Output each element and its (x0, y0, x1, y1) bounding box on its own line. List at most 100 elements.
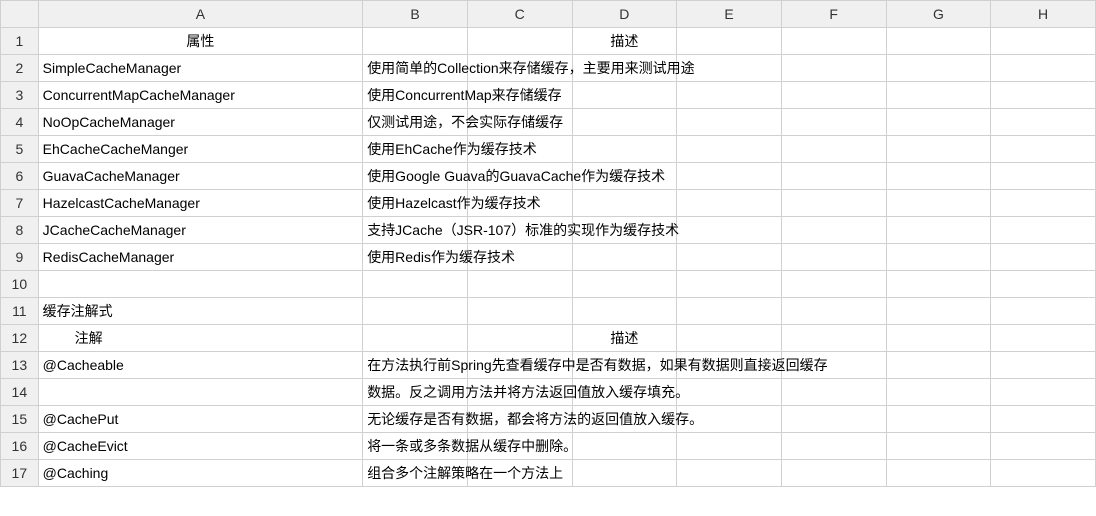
cell[interactable] (677, 109, 782, 136)
cell[interactable] (781, 190, 886, 217)
cell[interactable] (886, 325, 991, 352)
cell[interactable]: 使用Google Guava的GuavaCache作为缓存技术 (363, 163, 468, 190)
cell[interactable] (886, 28, 991, 55)
cell[interactable] (677, 190, 782, 217)
cell[interactable]: GuavaCacheManager (38, 163, 363, 190)
cell[interactable] (886, 217, 991, 244)
cell[interactable] (467, 271, 572, 298)
cell[interactable] (677, 433, 782, 460)
cell[interactable] (572, 82, 677, 109)
cell[interactable] (677, 460, 782, 487)
cell[interactable] (572, 433, 677, 460)
col-header-f[interactable]: F (781, 1, 886, 28)
cell[interactable] (781, 244, 886, 271)
cell[interactable] (677, 325, 782, 352)
cell[interactable] (886, 136, 991, 163)
cell[interactable] (886, 298, 991, 325)
cell[interactable] (572, 190, 677, 217)
cell[interactable] (572, 136, 677, 163)
cell[interactable] (677, 163, 782, 190)
cell[interactable] (991, 82, 1096, 109)
cell[interactable] (677, 28, 782, 55)
cell[interactable]: 使用Hazelcast作为缓存技术 (363, 190, 468, 217)
cell[interactable] (38, 271, 363, 298)
row-header[interactable]: 12 (1, 325, 39, 352)
cell[interactable] (572, 298, 677, 325)
cell[interactable] (781, 136, 886, 163)
cell[interactable] (886, 109, 991, 136)
cell[interactable] (886, 244, 991, 271)
cell[interactable]: 组合多个注解策略在一个方法上 (363, 460, 468, 487)
cell[interactable] (886, 379, 991, 406)
cell[interactable] (886, 271, 991, 298)
row-header[interactable]: 10 (1, 271, 39, 298)
cell[interactable]: 将一条或多条数据从缓存中删除。 (363, 433, 468, 460)
cell[interactable]: 使用EhCache作为缓存技术 (363, 136, 468, 163)
cell[interactable]: 描述 (572, 28, 677, 55)
cell[interactable] (781, 271, 886, 298)
cell[interactable]: NoOpCacheManager (38, 109, 363, 136)
row-header[interactable]: 11 (1, 298, 39, 325)
cell[interactable] (991, 109, 1096, 136)
row-header[interactable]: 2 (1, 55, 39, 82)
cell[interactable]: RedisCacheManager (38, 244, 363, 271)
cell[interactable] (886, 352, 991, 379)
cell[interactable]: 在方法执行前Spring先查看缓存中是否有数据，如果有数据则直接返回缓存 (363, 352, 468, 379)
cell[interactable]: 支持JCache（JSR-107）标准的实现作为缓存技术 (363, 217, 468, 244)
cell[interactable] (677, 217, 782, 244)
cell[interactable]: ConcurrentMapCacheManager (38, 82, 363, 109)
cell[interactable] (781, 460, 886, 487)
cell[interactable] (467, 28, 572, 55)
col-header-e[interactable]: E (677, 1, 782, 28)
cell[interactable] (363, 28, 468, 55)
row-header[interactable]: 16 (1, 433, 39, 460)
cell[interactable] (677, 379, 782, 406)
cell[interactable]: JCacheCacheManager (38, 217, 363, 244)
cell[interactable] (781, 55, 886, 82)
cell[interactable] (781, 28, 886, 55)
cell[interactable] (467, 325, 572, 352)
cell[interactable]: 描述 (572, 325, 677, 352)
cell[interactable]: @CachePut (38, 406, 363, 433)
cell[interactable] (677, 271, 782, 298)
row-header[interactable]: 6 (1, 163, 39, 190)
cell[interactable]: @Caching (38, 460, 363, 487)
cell[interactable]: HazelcastCacheManager (38, 190, 363, 217)
cell[interactable] (677, 136, 782, 163)
row-header[interactable]: 1 (1, 28, 39, 55)
cell[interactable]: 仅测试用途，不会实际存储缓存 (363, 109, 468, 136)
col-header-b[interactable]: B (363, 1, 468, 28)
cell[interactable] (572, 244, 677, 271)
cell[interactable] (886, 55, 991, 82)
cell[interactable] (467, 298, 572, 325)
cell[interactable]: EhCacheCacheManger (38, 136, 363, 163)
cell[interactable] (781, 379, 886, 406)
cell[interactable] (991, 163, 1096, 190)
cell[interactable] (991, 28, 1096, 55)
cell[interactable] (781, 406, 886, 433)
cell[interactable] (886, 460, 991, 487)
row-header[interactable]: 3 (1, 82, 39, 109)
cell[interactable] (991, 190, 1096, 217)
row-header[interactable]: 4 (1, 109, 39, 136)
cell[interactable] (572, 109, 677, 136)
cell[interactable]: 使用Redis作为缓存技术 (363, 244, 468, 271)
cell[interactable] (781, 217, 886, 244)
row-header[interactable]: 14 (1, 379, 39, 406)
cell[interactable] (991, 406, 1096, 433)
cell[interactable] (886, 82, 991, 109)
cell[interactable]: 使用简单的Collection来存储缓存，主要用来测试用途 (363, 55, 468, 82)
cell[interactable] (363, 271, 468, 298)
cell[interactable] (886, 406, 991, 433)
cell[interactable] (991, 244, 1096, 271)
row-header[interactable]: 9 (1, 244, 39, 271)
cell[interactable]: 属性 (38, 28, 363, 55)
row-header[interactable]: 17 (1, 460, 39, 487)
cell[interactable] (991, 460, 1096, 487)
cell[interactable] (572, 271, 677, 298)
row-header[interactable]: 7 (1, 190, 39, 217)
cell[interactable] (991, 55, 1096, 82)
cell[interactable] (886, 163, 991, 190)
cell[interactable] (677, 82, 782, 109)
col-header-c[interactable]: C (467, 1, 572, 28)
